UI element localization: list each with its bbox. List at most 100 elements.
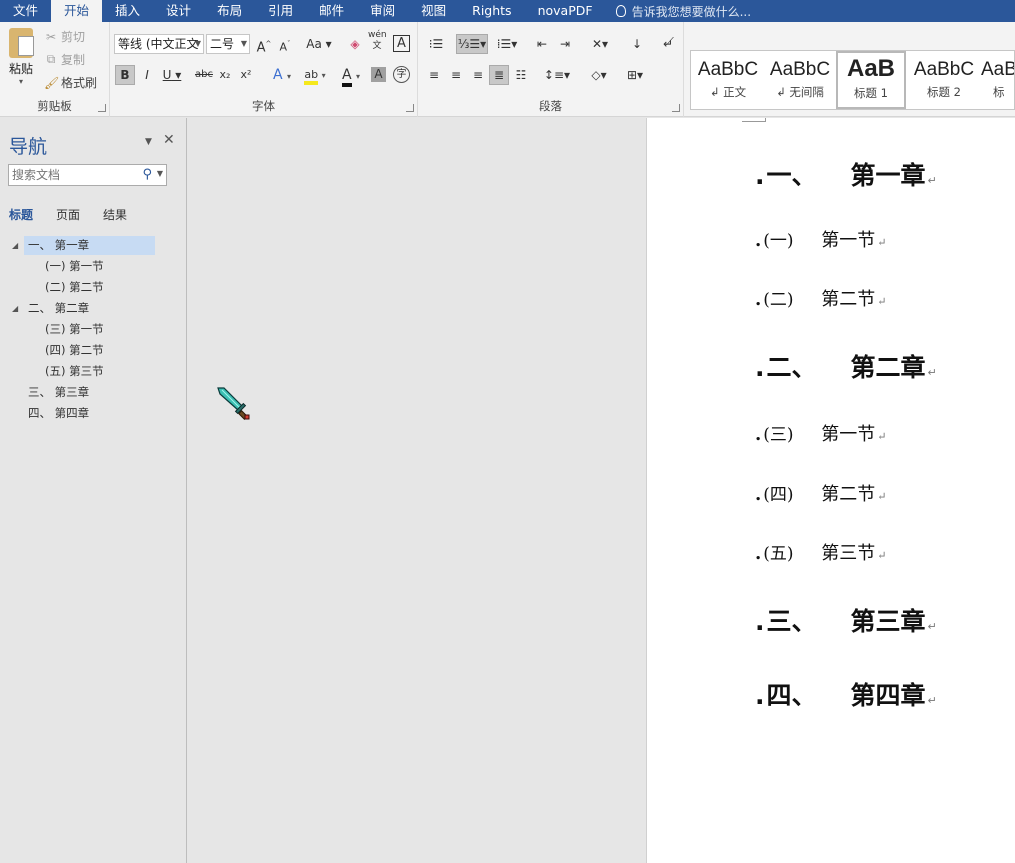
strikethrough-button[interactable]: abc	[193, 65, 215, 85]
nav-search-input[interactable]	[9, 165, 129, 185]
line-spacing-icon: ↕≡▾	[543, 68, 571, 82]
highlight-button[interactable]: ab ▾	[300, 65, 330, 85]
tab-file[interactable]: 文件	[0, 0, 51, 22]
tab-novapdf[interactable]: novaPDF	[525, 0, 606, 22]
tell-me-box[interactable]: 告诉我您想要做什么...	[606, 3, 751, 20]
search-icon[interactable]: ⚲	[142, 167, 152, 182]
chevron-down-icon[interactable]: ▼	[157, 169, 163, 178]
expand-triangle-icon[interactable]: ◢	[12, 298, 18, 319]
style-normal[interactable]: AaBbC ↲ 正文	[693, 51, 763, 109]
shading-button[interactable]: ◇▾	[584, 65, 614, 85]
subscript-icon: x₂	[219, 68, 231, 81]
font-size-combo[interactable]: 二号 ▼	[206, 34, 250, 54]
nav-tab-pages[interactable]: 页面	[56, 206, 80, 223]
paragraph-mark: ↵	[877, 490, 887, 503]
heading-2[interactable]: . (五) 第三节 ↵	[755, 539, 887, 565]
format-painter-button[interactable]: 🖌 格式刷	[44, 74, 97, 91]
document-page[interactable]: .一、 第一章 ↵ . (一) 第一节 ↵ . (二) 第二节 ↵ .二、 第二章 ↵ . (三) 第一节 ↵ .(…	[646, 118, 1015, 863]
tab-layout[interactable]: 布局	[204, 0, 255, 22]
nav-tree-label: 三、 第三章	[28, 385, 90, 399]
style-no-spacing[interactable]: AaBbC ↲ 无间隔	[765, 51, 835, 109]
italic-icon: I	[145, 68, 149, 82]
paste-button[interactable]: 粘贴 ▾	[4, 28, 38, 86]
nav-tree-item[interactable]: ◢ 一、 第一章	[0, 235, 187, 256]
multilevel-list-button[interactable]: ⁞☰▾	[492, 34, 522, 54]
font-color-button[interactable]: A ▾	[336, 65, 366, 87]
nav-tab-results[interactable]: 结果	[103, 206, 127, 223]
heading-2[interactable]: . (二) 第二节 ↵	[755, 285, 887, 311]
tab-references[interactable]: 引用	[255, 0, 306, 22]
style-title[interactable]: AaB 标	[981, 51, 1014, 109]
style-heading-2[interactable]: AaBbC 标题 2	[909, 51, 979, 109]
italic-button[interactable]: I	[138, 65, 156, 85]
nav-tree-item[interactable]: (二) 第二节	[0, 277, 187, 298]
chinese-layout-button[interactable]: ✕▾	[586, 34, 614, 54]
char-shading-button[interactable]: A	[371, 67, 386, 82]
line-spacing-button[interactable]: ↕≡▾	[542, 65, 572, 85]
superscript-button[interactable]: x²	[237, 65, 255, 85]
grow-font-button[interactable]: A^	[255, 34, 273, 56]
tab-design[interactable]: 设计	[153, 0, 204, 22]
align-center-button[interactable]: ≡	[446, 65, 466, 85]
heading-2[interactable]: . (一) 第一节 ↵	[755, 226, 887, 252]
heading-1[interactable]: .二、 第二章 ↵	[755, 348, 937, 384]
clear-format-button[interactable]: ◈	[346, 34, 364, 54]
distributed-button[interactable]: ☷	[511, 65, 531, 85]
heading-2[interactable]: . (四) 第二节 ↵	[755, 480, 887, 506]
tab-review[interactable]: 审阅	[357, 0, 408, 22]
font-name-combo[interactable]: 等线 (中文正文 ▼	[114, 34, 204, 54]
align-right-button[interactable]: ≡	[468, 65, 488, 85]
justify-button[interactable]: ≣	[489, 65, 509, 85]
expand-styles-icon[interactable]: ⟋	[662, 32, 678, 52]
text-effects-button[interactable]: A ▾	[268, 65, 296, 85]
tab-mailings[interactable]: 邮件	[306, 0, 357, 22]
tab-rights[interactable]: Rights	[459, 0, 524, 22]
nav-tree-item[interactable]: 四、 第四章	[0, 403, 187, 424]
heading-1[interactable]: .三、 第三章 ↵	[755, 602, 937, 638]
numbering-button[interactable]: ⅓☰▾	[456, 34, 488, 54]
phonetic-guide-button[interactable]: wén 文	[368, 30, 387, 51]
underline-button[interactable]: U ▾	[159, 65, 185, 85]
heading-1[interactable]: .一、 第一章 ↵	[755, 156, 937, 192]
grow-font-icon: A	[256, 40, 266, 56]
tell-me-text: 告诉我您想要做什么...	[631, 4, 752, 19]
char-border-button[interactable]: A	[393, 35, 410, 52]
sort-button[interactable]: ↓	[627, 34, 647, 54]
cut-button[interactable]: ✂ 剪切	[44, 28, 85, 45]
decrease-indent-button[interactable]: ⇤	[532, 34, 552, 54]
nav-tree-item[interactable]: (一) 第一节	[0, 256, 187, 277]
nav-tree-item[interactable]: (三) 第一节	[0, 319, 187, 340]
copy-button[interactable]: ⧉ 复制	[44, 51, 85, 68]
bold-button[interactable]: B	[115, 65, 135, 85]
nav-tree-item[interactable]: (五) 第三节	[0, 361, 187, 382]
style-heading-1[interactable]: AaB 标题 1	[836, 51, 906, 109]
numbered-list-icon: ⅓☰▾	[457, 37, 487, 51]
nav-tree-item[interactable]: 三、 第三章	[0, 382, 187, 403]
enclose-chars-button[interactable]: 字	[393, 66, 410, 83]
close-icon[interactable]: ✕	[163, 132, 175, 148]
nav-tab-headings[interactable]: 标题	[9, 206, 33, 223]
clipboard-launcher-icon[interactable]	[98, 104, 106, 112]
heading-tree: ◢ 一、 第一章 (一) 第一节 (二) 第二节 ◢ 二、 第二章 (三) 第一节 (四) 第…	[0, 235, 187, 424]
nav-tree-item[interactable]: ◢ 二、 第二章	[0, 298, 187, 319]
change-case-button[interactable]: Aa ▾	[304, 34, 334, 54]
bullets-button[interactable]: ⁝☰	[424, 34, 448, 54]
borders-button[interactable]: ⊞▾	[620, 65, 650, 85]
increase-indent-button[interactable]: ⇥	[555, 34, 575, 54]
tab-home[interactable]: 开始	[51, 0, 103, 22]
nav-tree-item[interactable]: (四) 第二节	[0, 340, 187, 361]
shrink-font-button[interactable]: Aˇ	[276, 34, 294, 54]
nav-tree-label: (二) 第二节	[45, 280, 104, 294]
nav-options-icon[interactable]: ▼	[145, 137, 152, 147]
tab-view[interactable]: 视图	[408, 0, 459, 22]
font-launcher-icon[interactable]	[406, 104, 414, 112]
nav-tree-label: (四) 第二节	[45, 343, 104, 357]
subscript-button[interactable]: x₂	[216, 65, 234, 85]
heading-1[interactable]: .四、 第四章 ↵	[755, 676, 937, 712]
tab-insert[interactable]: 插入	[102, 0, 153, 22]
expand-triangle-icon[interactable]: ◢	[12, 235, 18, 256]
align-left-button[interactable]: ≡	[424, 65, 444, 85]
paste-dropdown-icon[interactable]: ▾	[4, 77, 38, 86]
paragraph-launcher-icon[interactable]	[672, 104, 680, 112]
heading-2[interactable]: . (三) 第一节 ↵	[755, 420, 887, 446]
